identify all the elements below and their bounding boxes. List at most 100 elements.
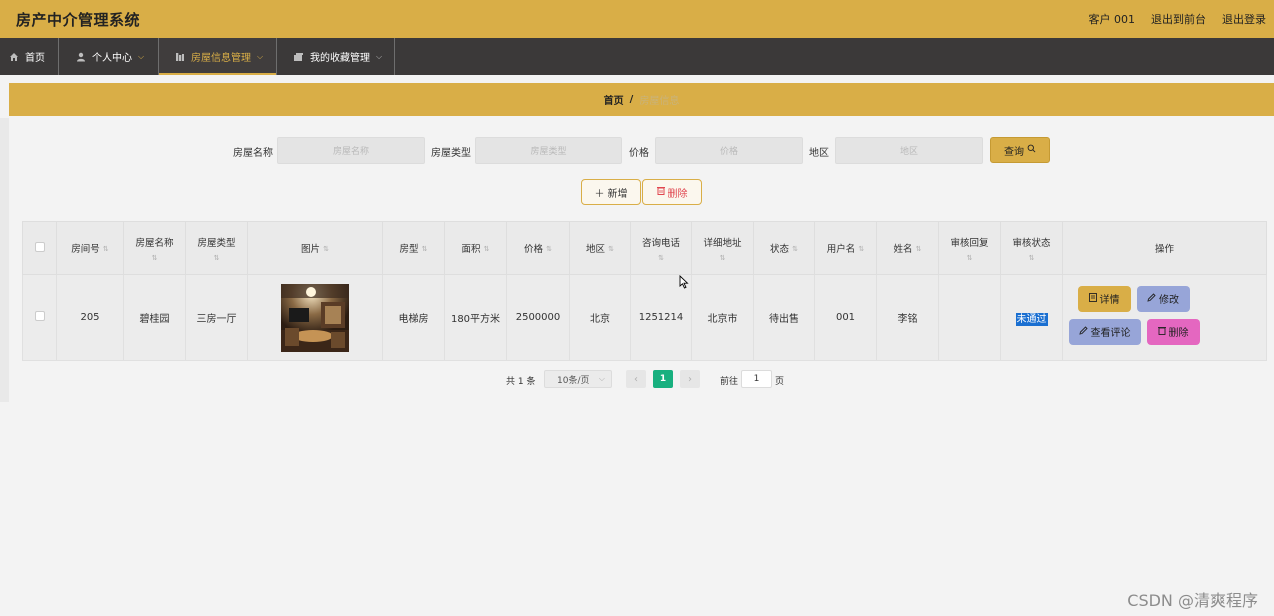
column-header[interactable]: 状态 ⇅: [753, 221, 815, 275]
nav-item-personal-center[interactable]: 个人中心 ⌵: [59, 38, 159, 75]
content-area: 房屋名称 房屋名称 房屋类型 房屋类型 价格 价格 地区 地区 查询 ＋ 新增 …: [0, 118, 1274, 402]
column-header[interactable]: 审核回复 ⇅: [938, 221, 1001, 275]
sort-icon[interactable]: ⇅: [323, 246, 329, 253]
select-all-checkbox-cell[interactable]: [22, 221, 57, 275]
goto-page-input[interactable]: 1: [741, 370, 772, 388]
prev-page-button[interactable]: ‹: [626, 370, 646, 388]
table-row[interactable]: 205 碧桂园 三房一厅 电梯房 180平方米 2500000 北京 12512…: [22, 274, 1267, 361]
goto-suffix: 页: [775, 377, 785, 387]
house-name-input[interactable]: 房屋名称: [277, 137, 425, 164]
column-header[interactable]: 审核状态 ⇅: [1000, 221, 1063, 275]
column-header[interactable]: 图片 ⇅: [247, 221, 383, 275]
header-links: 客户 001 退出到前台 退出登录: [1089, 11, 1267, 27]
page-number-current[interactable]: 1: [653, 370, 673, 388]
select-all-checkbox[interactable]: [34, 241, 45, 252]
edit-button[interactable]: 修改: [1136, 285, 1190, 312]
sort-icon[interactable]: ⇅: [858, 246, 864, 253]
column-header[interactable]: 面积 ⇅: [444, 221, 507, 275]
row-checkbox[interactable]: [34, 311, 45, 321]
cell-operations: 详情 修改 查看评论 删除: [1062, 274, 1267, 361]
column-header[interactable]: 房屋类型 ⇅: [185, 221, 248, 275]
breadcrumb-separator: /: [629, 94, 634, 105]
detail-button-label: 详情: [1099, 295, 1120, 306]
nav-item-house-info[interactable]: 房屋信息管理 ⌵: [159, 38, 277, 75]
mouse-cursor-icon: [679, 275, 689, 289]
region-input[interactable]: 地区: [835, 137, 983, 164]
house-type-input[interactable]: 房屋类型: [475, 137, 622, 164]
column-header[interactable]: 咨询电话 ⇅: [630, 221, 692, 275]
pencil-icon: [1147, 292, 1156, 305]
sort-icon[interactable]: ⇅: [792, 246, 798, 253]
cell-status: 待出售: [753, 274, 815, 361]
nav-item-home[interactable]: 首页: [0, 38, 59, 75]
chevron-right-icon: ›: [688, 373, 692, 385]
cell-realname: 李铭: [876, 274, 939, 361]
house-photo[interactable]: [281, 283, 349, 352]
action-bar: ＋ 新增 删除: [0, 179, 1274, 206]
batch-delete-button[interactable]: 删除: [642, 179, 702, 205]
page-size-value: 10条/页: [557, 375, 590, 386]
column-header[interactable]: 姓名 ⇅: [876, 221, 939, 275]
column-header[interactable]: 用户名 ⇅: [814, 221, 877, 275]
column-header[interactable]: 房间号 ⇅: [56, 221, 124, 275]
sort-icon[interactable]: ⇅: [608, 246, 614, 253]
pencil-icon: [1078, 325, 1088, 338]
trash-icon: [1157, 326, 1166, 338]
sort-icon[interactable]: ⇅: [694, 254, 751, 262]
detail-button[interactable]: 详情: [1077, 285, 1131, 312]
watermark: CSDN @清爽程序: [1127, 591, 1258, 610]
query-button[interactable]: 查询: [990, 137, 1050, 163]
home-icon: [9, 52, 19, 62]
sort-icon[interactable]: ⇅: [941, 254, 998, 262]
nav-label-personal-center: 个人中心: [92, 53, 132, 64]
row-delete-button[interactable]: 删除: [1146, 318, 1200, 345]
row-actions: 详情 修改 查看评论 删除: [1065, 285, 1265, 350]
view-comments-button[interactable]: 查看评论: [1068, 318, 1141, 345]
add-button[interactable]: ＋ 新增: [581, 179, 641, 205]
column-header[interactable]: 房屋名称 ⇅: [123, 221, 186, 275]
nav-label-house-info: 房屋信息管理: [191, 53, 251, 64]
column-header: 操作: [1062, 221, 1267, 275]
plus-icon: ＋: [594, 188, 605, 200]
price-input[interactable]: 价格: [655, 137, 803, 164]
search-bar: 房屋名称 房屋名称 房屋类型 房屋类型 价格 价格 地区 地区 查询: [0, 137, 1274, 164]
row-checkbox-cell[interactable]: [22, 274, 57, 361]
row-delete-button-label: 删除: [1168, 328, 1189, 339]
page-size-select[interactable]: 10条/页 ⌵: [544, 370, 612, 388]
exit-to-frontend-link[interactable]: 退出到前台: [1151, 11, 1206, 27]
sort-icon[interactable]: ⇅: [1003, 254, 1060, 262]
trash-icon: [656, 186, 665, 198]
user-account-link[interactable]: 客户 001: [1089, 11, 1136, 27]
breadcrumb-home[interactable]: 首页: [604, 92, 624, 107]
document-icon: [1088, 292, 1097, 305]
sort-icon[interactable]: ⇅: [546, 246, 552, 253]
sort-icon[interactable]: ⇅: [103, 246, 109, 253]
search-label-house-name: 房屋名称: [233, 148, 273, 159]
nav-item-my-collection[interactable]: 我的收藏管理 ⌵: [277, 38, 395, 75]
top-header: 房产中介管理系统 客户 001 退出到前台 退出登录: [0, 0, 1274, 38]
cell-price: 2500000: [506, 274, 570, 361]
logout-link[interactable]: 退出登录: [1222, 11, 1266, 27]
sort-icon[interactable]: ⇅: [422, 246, 428, 253]
app-title: 房产中介管理系统: [16, 11, 141, 29]
review-status-text: 未通过: [1015, 313, 1048, 326]
search-label-region: 地区: [809, 148, 829, 159]
column-header[interactable]: 价格 ⇅: [506, 221, 570, 275]
column-header[interactable]: 房型 ⇅: [382, 221, 445, 275]
cell-review-reply: [938, 274, 1001, 361]
main-nav: 首页 个人中心 ⌵ 房屋信息管理 ⌵ 我的收藏管理 ⌵: [0, 38, 1274, 75]
sort-icon[interactable]: ⇅: [916, 246, 922, 253]
sort-icon[interactable]: ⇅: [484, 246, 490, 253]
sort-icon[interactable]: ⇅: [126, 254, 183, 262]
building-icon: [175, 52, 185, 62]
table-header-row: 房间号 ⇅ 房屋名称 ⇅ 房屋类型 ⇅ 图片 ⇅ 房型 ⇅ 面积 ⇅ 价格 ⇅ 地区 ⇅ 咨询电…: [22, 221, 1267, 275]
next-page-button[interactable]: ›: [680, 370, 700, 388]
add-button-label: 新增: [607, 188, 628, 200]
chevron-down-icon: ⌵: [598, 374, 605, 383]
column-header[interactable]: 详细地址 ⇅: [691, 221, 754, 275]
sort-icon[interactable]: ⇅: [188, 254, 245, 262]
sort-icon[interactable]: ⇅: [633, 254, 689, 262]
pagination-total: 共 1 条: [506, 377, 536, 387]
column-header[interactable]: 地区 ⇅: [569, 221, 631, 275]
pagination: 共 1 条 10条/页 ⌵ ‹ 1 › 前往 1 页: [0, 370, 1274, 388]
